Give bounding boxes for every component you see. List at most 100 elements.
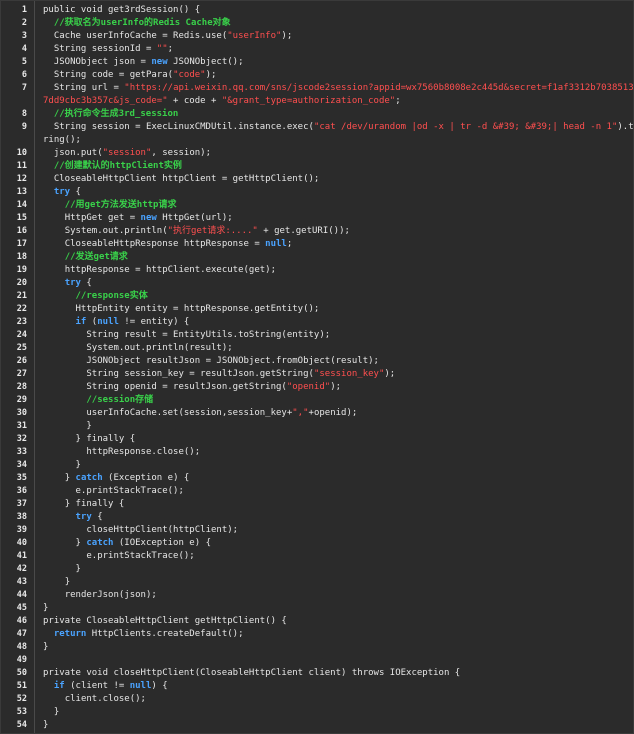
code-line[interactable]: 44 renderJson(json); bbox=[1, 589, 633, 602]
code-line[interactable]: 13 try { bbox=[1, 186, 633, 199]
code-line[interactable]: 19 httpResponse = httpClient.execute(get… bbox=[1, 264, 633, 277]
code-text: private void closeHttpClient(CloseableHt… bbox=[34, 667, 633, 680]
code-line[interactable]: 24 String result = EntityUtils.toString(… bbox=[1, 329, 633, 342]
code-token: (IOException e) { bbox=[113, 538, 211, 548]
code-line[interactable]: 21 //response实体 bbox=[1, 290, 633, 303]
code-line[interactable]: 51 if (client != null) { bbox=[1, 680, 633, 693]
code-line[interactable]: 45} bbox=[1, 602, 633, 615]
code-line[interactable]: 7 String url = "https://api.weixin.qq.co… bbox=[1, 82, 633, 95]
code-line[interactable]: 28 String openid = resultJson.getString(… bbox=[1, 381, 633, 394]
code-line[interactable]: 53 } bbox=[1, 706, 633, 719]
code-token: String session = ExecLinuxCMDUtil.instan… bbox=[53, 122, 314, 132]
code-line[interactable]: 31 } bbox=[1, 420, 633, 433]
code-line[interactable]: 35 } catch (Exception e) { bbox=[1, 472, 633, 485]
line-number: 28 bbox=[16, 382, 27, 392]
code-text: String code = getPara("code"); bbox=[34, 69, 633, 82]
code-keyword: new bbox=[140, 213, 157, 223]
code-text: e.printStackTrace(); bbox=[34, 485, 633, 498]
code-text: httpResponse = httpClient.execute(get); bbox=[34, 264, 633, 277]
code-line[interactable]: 18 //发送get请求 bbox=[1, 251, 633, 264]
code-token: ; bbox=[395, 96, 401, 106]
code-line[interactable]: 8 //执行命令生成3rd_session bbox=[1, 108, 633, 121]
line-number bbox=[1, 95, 34, 108]
code-token: String url = bbox=[53, 83, 125, 93]
code-line[interactable]: 30 userInfoCache.set(session,session_key… bbox=[1, 407, 633, 420]
code-line[interactable]: 48} bbox=[1, 641, 633, 654]
code-text: //获取名为userInfo的Redis Cache对象 bbox=[34, 17, 633, 30]
code-line[interactable]: 39 closeHttpClient(httpClient); bbox=[1, 524, 633, 537]
code-token: client.close(); bbox=[64, 694, 146, 704]
code-line[interactable]: 6 String code = getPara("code"); bbox=[1, 69, 633, 82]
code-line[interactable]: 5 JSONObject json = new JSONObject(); bbox=[1, 56, 633, 69]
line-number: 36 bbox=[16, 486, 27, 496]
line-number: 12 bbox=[16, 174, 27, 184]
code-line[interactable]: 41 e.printStackTrace(); bbox=[1, 550, 633, 563]
code-line[interactable]: 1 public void get3rdSession() { bbox=[1, 4, 633, 17]
line-number: 4 bbox=[21, 44, 27, 54]
code-text: return HttpClients.createDefault(); bbox=[34, 628, 633, 641]
code-text: } bbox=[34, 420, 633, 433]
code-text: try { bbox=[34, 277, 633, 290]
code-line[interactable]: 33 httpResponse.close(); bbox=[1, 446, 633, 459]
code-line[interactable]: ring(); bbox=[1, 134, 633, 147]
code-line[interactable]: 11 //创建默认的httpClient实例 bbox=[1, 160, 633, 173]
code-line[interactable]: 3 Cache userInfoCache = Redis.use("userI… bbox=[1, 30, 633, 43]
code-line[interactable]: 38 try { bbox=[1, 511, 633, 524]
code-token: } bbox=[86, 421, 92, 431]
code-keyword: null bbox=[129, 681, 152, 691]
code-line[interactable]: 27 String session_key = resultJson.getSt… bbox=[1, 368, 633, 381]
code-line[interactable]: 2 //获取名为userInfo的Redis Cache对象 bbox=[1, 17, 633, 30]
code-editor[interactable]: 1 public void get3rdSession() {2 //获取名为us… bbox=[0, 0, 634, 734]
code-keyword: null bbox=[97, 317, 119, 327]
code-line[interactable]: 34 } bbox=[1, 459, 633, 472]
code-line[interactable]: 14 //用get方法发送http请求 bbox=[1, 199, 633, 212]
code-line[interactable]: 22 HttpEntity entity = httpResponse.getE… bbox=[1, 303, 633, 316]
code-line[interactable]: 20 try { bbox=[1, 277, 633, 290]
code-line[interactable]: 47 return HttpClients.createDefault(); bbox=[1, 628, 633, 641]
code-line[interactable]: 50 private void closeHttpClient(Closeable… bbox=[1, 667, 633, 680]
code-line[interactable]: 37 } finally { bbox=[1, 498, 633, 511]
code-line[interactable]: 12 CloseableHttpClient httpClient = getH… bbox=[1, 173, 633, 186]
code-token: HttpGet(url); bbox=[156, 213, 233, 223]
code-line[interactable]: 29 //session存储 bbox=[1, 394, 633, 407]
code-line[interactable]: 25 System.out.println(result); bbox=[1, 342, 633, 355]
code-line[interactable]: 40 } catch (IOException e) { bbox=[1, 537, 633, 550]
line-number: 30 bbox=[16, 408, 27, 418]
line-number: 39 bbox=[16, 525, 27, 535]
code-line[interactable]: 10 json.put("session", session); bbox=[1, 147, 633, 160]
code-line[interactable]: 43 } bbox=[1, 576, 633, 589]
code-line[interactable]: 16 System.out.println("执行get请求:...." + g… bbox=[1, 225, 633, 238]
line-number: 1 bbox=[21, 5, 27, 15]
code-token: +openid); bbox=[308, 408, 358, 418]
code-line[interactable]: 46 private CloseableHttpClient getHttpCli… bbox=[1, 615, 633, 628]
code-line[interactable]: 15 HttpGet get = new HttpGet(url); bbox=[1, 212, 633, 225]
code-line[interactable]: 4 String sessionId = ""; bbox=[1, 43, 633, 56]
code-text: closeHttpClient(httpClient); bbox=[34, 524, 633, 537]
code-comment: //用get方法发送http请求 bbox=[64, 200, 177, 210]
code-line[interactable]: 36 e.printStackTrace(); bbox=[1, 485, 633, 498]
code-line[interactable]: 17 CloseableHttpResponse httpResponse = … bbox=[1, 238, 633, 251]
code-line[interactable]: 23 if (null != entity) { bbox=[1, 316, 633, 329]
line-number: 16 bbox=[16, 226, 27, 236]
line-number: 20 bbox=[16, 278, 27, 288]
code-token: userInfoCache.set(session,session_key+ bbox=[86, 408, 293, 418]
code-line[interactable]: 49 bbox=[1, 654, 633, 667]
code-token: } bbox=[75, 564, 81, 574]
code-line[interactable]: 54} bbox=[1, 719, 633, 732]
code-comment: //response实体 bbox=[75, 291, 148, 301]
code-line[interactable]: 52 client.close(); bbox=[1, 693, 633, 706]
code-line[interactable]: 26 JSONObject resultJson = JSONObject.fr… bbox=[1, 355, 633, 368]
code-line[interactable]: 32 } finally { bbox=[1, 433, 633, 446]
code-line[interactable]: 7dd9cbc3b357c&js_code=" + code + "&grant… bbox=[1, 95, 633, 108]
code-token: (client != bbox=[64, 681, 130, 691]
code-line[interactable]: 9 String session = ExecLinuxCMDUtil.inst… bbox=[1, 121, 633, 134]
code-keyword: new bbox=[151, 57, 168, 67]
code-line[interactable]: 42 } bbox=[1, 563, 633, 576]
code-token: String code = getPara( bbox=[53, 70, 174, 80]
